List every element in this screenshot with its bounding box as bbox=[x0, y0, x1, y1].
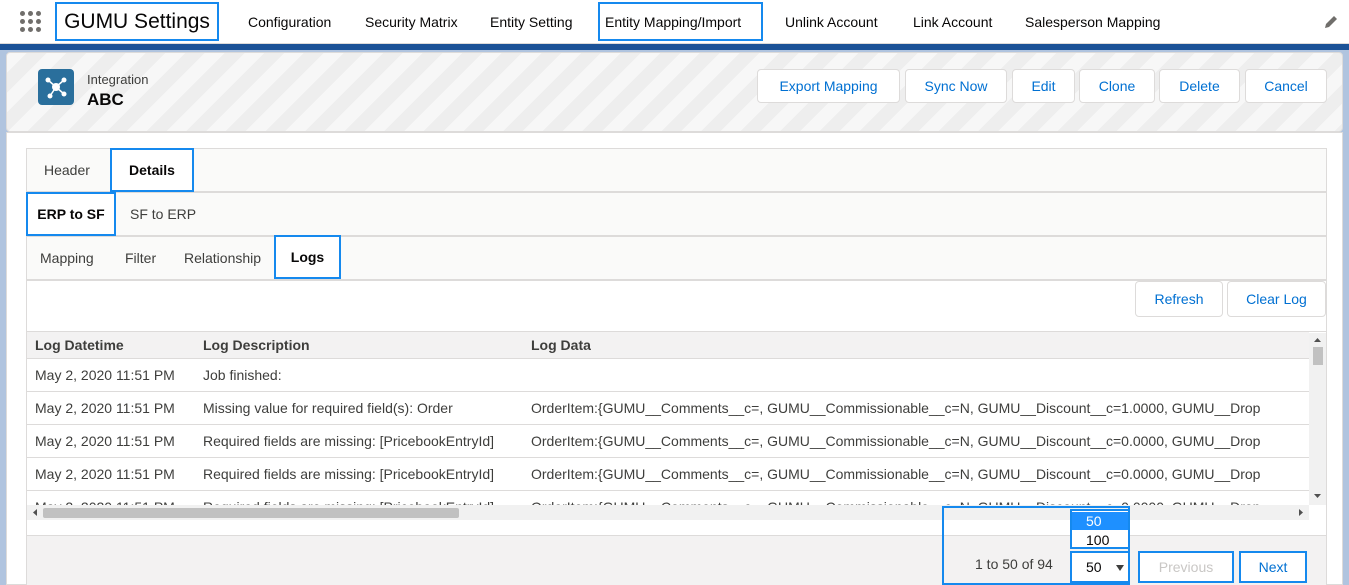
vertical-scroll-thumb[interactable] bbox=[1313, 347, 1323, 365]
page-size-option-50[interactable]: 50 bbox=[1072, 512, 1128, 530]
nav-item-entity-mapping-import[interactable]: Entity Mapping/Import bbox=[598, 2, 763, 41]
page-size-option-100[interactable]: 100 bbox=[1072, 531, 1128, 549]
cell-log-data bbox=[531, 359, 1309, 392]
tab-sf-to-erp[interactable]: SF to ERP bbox=[130, 192, 196, 236]
tab-header[interactable]: Header bbox=[44, 148, 90, 192]
clone-button[interactable]: Clone bbox=[1079, 69, 1155, 103]
next-button[interactable]: Next bbox=[1239, 551, 1307, 583]
cell-log-description: Required fields are missing: [PricebookE… bbox=[203, 466, 495, 482]
page-size-options[interactable]: 50 100 bbox=[1070, 509, 1130, 549]
pagination-range: 1 to 50 of 94 bbox=[975, 556, 1053, 572]
cell-log-description: Job finished: bbox=[203, 367, 282, 383]
cell-log-datetime: May 2, 2020 11:51 PM bbox=[35, 400, 175, 416]
table-row[interactable]: May 2, 2020 11:51 PM Required fields are… bbox=[27, 458, 1309, 491]
refresh-button[interactable]: Refresh bbox=[1135, 281, 1223, 317]
scroll-down-arrow-icon[interactable] bbox=[1309, 491, 1326, 501]
nav-item-link-account[interactable]: Link Account bbox=[913, 0, 992, 44]
page-size-select[interactable]: 50 bbox=[1070, 551, 1130, 583]
export-mapping-button[interactable]: Export Mapping bbox=[757, 69, 900, 103]
cell-log-datetime: May 2, 2020 11:51 PM bbox=[35, 367, 175, 383]
cell-log-datetime: May 2, 2020 11:51 PM bbox=[35, 466, 175, 482]
vertical-scrollbar[interactable] bbox=[1309, 333, 1326, 505]
nav-item-unlink-account[interactable]: Unlink Account bbox=[785, 0, 878, 44]
table-row[interactable]: May 2, 2020 11:51 PM Job finished: bbox=[27, 359, 1309, 392]
tab-filter[interactable]: Filter bbox=[125, 236, 156, 280]
tab-relationship[interactable]: Relationship bbox=[184, 236, 261, 280]
table-footer bbox=[27, 535, 1326, 585]
dropdown-caret-icon bbox=[1116, 565, 1124, 571]
column-header-log-datetime[interactable]: Log Datetime bbox=[35, 332, 124, 359]
tab-erp-to-sf[interactable]: ERP to SF bbox=[26, 192, 116, 236]
direction-tabset bbox=[26, 192, 1327, 236]
column-header-log-description[interactable]: Log Description bbox=[203, 332, 310, 359]
table-row[interactable]: May 2, 2020 11:51 PM Missing value for r… bbox=[27, 392, 1309, 425]
previous-button[interactable]: Previous bbox=[1138, 551, 1234, 583]
tab-details[interactable]: Details bbox=[110, 148, 194, 192]
cancel-button[interactable]: Cancel bbox=[1245, 69, 1327, 103]
app-launcher-icon[interactable] bbox=[20, 11, 44, 33]
logs-table: Log Datetime Log Description Log Data Ma… bbox=[27, 331, 1326, 521]
horizontal-scroll-thumb[interactable] bbox=[43, 508, 459, 518]
sync-now-button[interactable]: Sync Now bbox=[905, 69, 1007, 103]
clear-log-button[interactable]: Clear Log bbox=[1227, 281, 1326, 317]
record-type-label: Integration bbox=[87, 72, 149, 87]
delete-button[interactable]: Delete bbox=[1159, 69, 1240, 103]
tab-logs[interactable]: Logs bbox=[274, 235, 341, 279]
column-header-log-data[interactable]: Log Data bbox=[531, 332, 591, 359]
table-header: Log Datetime Log Description Log Data bbox=[27, 332, 1309, 359]
edit-nav-icon[interactable] bbox=[1323, 14, 1339, 30]
integration-icon bbox=[38, 69, 74, 105]
cell-log-data: OrderItem:{GUMU__Comments__c=, GUMU__Com… bbox=[531, 433, 1261, 449]
global-nav: GUMU Settings Configuration Security Mat… bbox=[0, 0, 1349, 44]
table-row[interactable]: May 2, 2020 11:51 PM Required fields are… bbox=[27, 425, 1309, 458]
scroll-right-arrow-icon[interactable] bbox=[1295, 505, 1307, 520]
cell-log-datetime: May 2, 2020 11:51 PM bbox=[35, 433, 175, 449]
cell-log-data: OrderItem:{GUMU__Comments__c=, GUMU__Com… bbox=[531, 466, 1261, 482]
scroll-left-arrow-icon[interactable] bbox=[29, 505, 41, 520]
tab-mapping[interactable]: Mapping bbox=[40, 236, 94, 280]
scroll-up-arrow-icon[interactable] bbox=[1309, 335, 1326, 345]
nav-item-salesperson-mapping[interactable]: Salesperson Mapping bbox=[1025, 0, 1160, 44]
cell-log-description: Required fields are missing: [PricebookE… bbox=[203, 433, 495, 449]
record-name: ABC bbox=[87, 90, 124, 109]
cell-log-description: Missing value for required field(s): Ord… bbox=[203, 400, 453, 416]
nav-item-entity-setting[interactable]: Entity Setting bbox=[490, 0, 573, 44]
page-size-value: 50 bbox=[1086, 559, 1102, 575]
nav-item-configuration[interactable]: Configuration bbox=[248, 0, 331, 44]
app-name: GUMU Settings bbox=[55, 2, 219, 41]
primary-tabset bbox=[26, 148, 1327, 192]
nav-item-security-matrix[interactable]: Security Matrix bbox=[365, 0, 458, 44]
cell-log-data: OrderItem:{GUMU__Comments__c=, GUMU__Com… bbox=[531, 400, 1261, 416]
edit-button[interactable]: Edit bbox=[1012, 69, 1075, 103]
